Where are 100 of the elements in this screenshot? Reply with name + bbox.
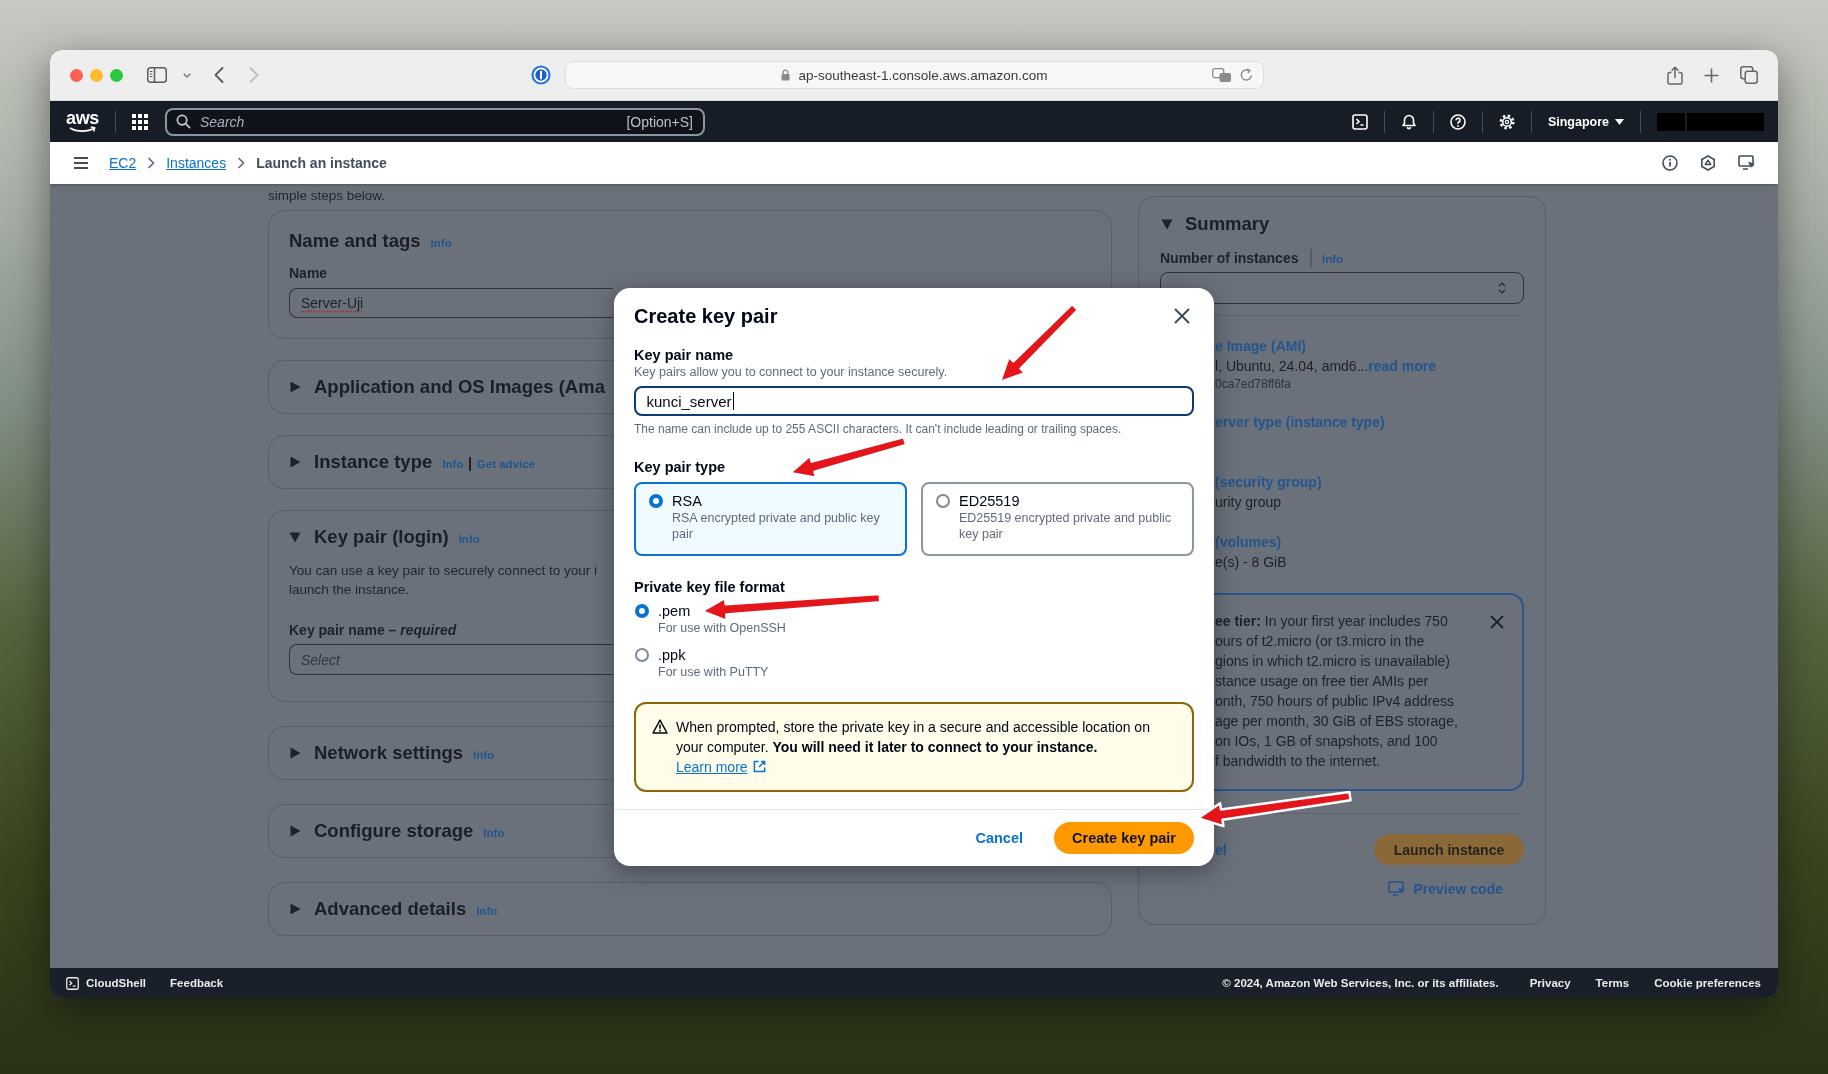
caret-down-icon[interactable] bbox=[289, 531, 301, 543]
radio-button[interactable] bbox=[635, 648, 649, 662]
learn-more-link[interactable]: Learn more bbox=[676, 759, 766, 775]
summary-title: Summary bbox=[1185, 212, 1270, 236]
sidebar-icon[interactable] bbox=[147, 67, 167, 83]
section-title: Instance type bbox=[314, 450, 433, 474]
summary-value: l, Ubuntu, 24.04, amd6...read more bbox=[1215, 357, 1437, 376]
breadcrumb-link[interactable]: Instances bbox=[166, 155, 227, 171]
summary-value: e(s) - 8 GiB bbox=[1215, 553, 1287, 572]
section-title: Network settings bbox=[314, 741, 464, 765]
caret-right-icon[interactable] bbox=[289, 381, 301, 393]
launch-instance-button[interactable]: Launch instance bbox=[1374, 834, 1524, 865]
summary-value: urity group bbox=[1215, 493, 1282, 512]
alert-message: When prompted, store the private key in a secure and accessible location on your computer. You will need it later to connect to your instance. Learn more bbox=[676, 718, 1151, 777]
section-title: Configure storage bbox=[314, 819, 474, 843]
field-hint: The name can include up to 255 ASCII characters. It can't include leading or trailing spaces. bbox=[634, 421, 1122, 437]
section-description: You can use a key pair to securely connect to your i launch the instance. bbox=[289, 562, 597, 599]
address-bar[interactable]: ap-southeast-1.console.aws.amazon.com bbox=[565, 61, 1264, 89]
section-title: Key pair (login) bbox=[314, 525, 449, 549]
screen-cursor-icon bbox=[1387, 881, 1406, 897]
option-label[interactable]: .ppk bbox=[658, 646, 686, 664]
field-description: Key pairs allow you to connect to your instance securely. bbox=[634, 364, 948, 380]
option-description: For use with PuTTY bbox=[658, 664, 769, 680]
option-label: RSA bbox=[672, 492, 702, 510]
shortcut-hint: [Option+S] bbox=[626, 113, 693, 130]
section-title: Name and tags bbox=[289, 229, 421, 253]
caret-down-icon bbox=[1615, 118, 1624, 125]
intro-text: simple steps below. bbox=[268, 187, 386, 205]
dialog-title: Create key pair bbox=[634, 304, 778, 329]
lock-icon bbox=[781, 69, 791, 81]
chevron-right-icon bbox=[237, 157, 246, 169]
option-description: ED25519 encrypted private and public key pair bbox=[959, 510, 1172, 542]
option-description: For use with OpenSSH bbox=[658, 620, 786, 636]
grid-icon[interactable] bbox=[132, 113, 148, 130]
speech-bubbles-icon[interactable] bbox=[1212, 67, 1232, 83]
hexagon-icon[interactable] bbox=[1700, 155, 1716, 171]
help-icon[interactable] bbox=[1449, 113, 1466, 130]
footer-link[interactable]: Terms bbox=[1595, 977, 1630, 989]
caret-right-icon[interactable] bbox=[289, 903, 301, 915]
search-input[interactable]: Search bbox=[200, 111, 627, 132]
option-label: ED25519 bbox=[959, 492, 1020, 510]
breadcrumb-current: Launch an instance bbox=[256, 155, 387, 171]
radio-button[interactable] bbox=[635, 604, 649, 618]
bell-icon[interactable] bbox=[1400, 113, 1417, 130]
cancel-button[interactable]: Cancel bbox=[975, 830, 1023, 846]
radio-button[interactable] bbox=[936, 494, 950, 508]
option-description: RSA encrypted private and public key pair bbox=[672, 510, 881, 542]
footer-link[interactable]: Privacy bbox=[1529, 977, 1571, 989]
cloudshell-button[interactable]: CloudShell bbox=[66, 976, 147, 990]
key-pair-select[interactable]: Select bbox=[289, 644, 613, 675]
field-label: Number of instances bbox=[1160, 250, 1299, 266]
plus-icon[interactable] bbox=[1704, 67, 1719, 83]
region-selector[interactable]: Singapore bbox=[1547, 114, 1624, 129]
section-title: Advanced details bbox=[314, 897, 467, 921]
text-cursor bbox=[732, 392, 735, 410]
warning-icon bbox=[652, 719, 668, 734]
feedback-link[interactable]: Feedback bbox=[170, 977, 224, 989]
free-tier-message: ee tier: In your first year includes 750 ours of t2.micro (or t3.micro in the gions in which t2.micro is unavailable) stance usage on free tier AMIs per onth, 750 hours of public IPv4 address age per month, 30 GiB of EBS storage, on IOs, 1 GB of snapshots, and 100 f bandwidth to the internet. bbox=[1215, 612, 1458, 771]
field-label: Private key file format bbox=[634, 578, 785, 596]
caret-right-icon[interactable] bbox=[289, 825, 301, 837]
section-title: Application and OS Images (Ama bbox=[314, 375, 605, 399]
caret-down-icon[interactable] bbox=[183, 72, 191, 78]
field-label: Key pair name – required bbox=[289, 621, 457, 639]
search-bar[interactable]: Search [Option+S] bbox=[165, 107, 705, 136]
option-label[interactable]: .pem bbox=[658, 602, 691, 620]
info-icon[interactable] bbox=[1662, 155, 1678, 171]
create-key-pair-button[interactable]: Create key pair bbox=[1054, 822, 1194, 854]
external-link-icon bbox=[752, 760, 766, 773]
key-type-option[interactable]: ED25519 ED25519 encrypted private and public key pair bbox=[921, 482, 1194, 556]
share-icon[interactable] bbox=[1666, 65, 1684, 85]
screen-cursor-icon[interactable] bbox=[1738, 155, 1756, 171]
footer-link[interactable]: Cookie preferences bbox=[1654, 977, 1761, 989]
menu-icon[interactable] bbox=[74, 157, 88, 169]
chevron-left-icon[interactable] bbox=[214, 67, 224, 83]
close-icon[interactable] bbox=[1174, 308, 1190, 324]
breadcrumb-link[interactable]: EC2 bbox=[109, 155, 137, 171]
aws-logo[interactable]: aws bbox=[66, 110, 99, 133]
search-icon bbox=[176, 114, 191, 129]
terminal-icon bbox=[66, 976, 79, 990]
ami-id: 0ca7ed78ff6fa bbox=[1215, 376, 1291, 392]
settings-icon[interactable] bbox=[1498, 113, 1515, 130]
copyright-text: © 2024, Amazon Web Services, Inc. or its affiliates. bbox=[1222, 977, 1499, 989]
chevron-right-icon bbox=[147, 157, 156, 169]
up-down-arrows-icon[interactable] bbox=[1497, 281, 1507, 295]
field-label: Key pair type bbox=[634, 458, 726, 476]
caret-right-icon[interactable] bbox=[289, 456, 301, 468]
keyhole-icon[interactable] bbox=[531, 65, 551, 85]
key-pair-name-input[interactable]: kunci_server bbox=[634, 386, 1194, 416]
name-input[interactable]: Server-Uji bbox=[289, 288, 613, 318]
radio-button[interactable] bbox=[649, 494, 663, 508]
caret-right-icon[interactable] bbox=[289, 747, 301, 759]
field-label: Name bbox=[289, 264, 328, 282]
key-type-option[interactable]: RSA RSA encrypted private and public key pair bbox=[634, 482, 907, 556]
overlapping-squares-icon[interactable] bbox=[1740, 66, 1758, 84]
redaction-block bbox=[1657, 112, 1685, 131]
field-label: Key pair name bbox=[634, 346, 734, 364]
circular-arrow-icon[interactable] bbox=[1240, 68, 1253, 82]
terminal-icon[interactable] bbox=[1351, 113, 1368, 130]
caret-down-icon[interactable] bbox=[1161, 218, 1173, 230]
window-close-button[interactable] bbox=[69, 68, 83, 82]
